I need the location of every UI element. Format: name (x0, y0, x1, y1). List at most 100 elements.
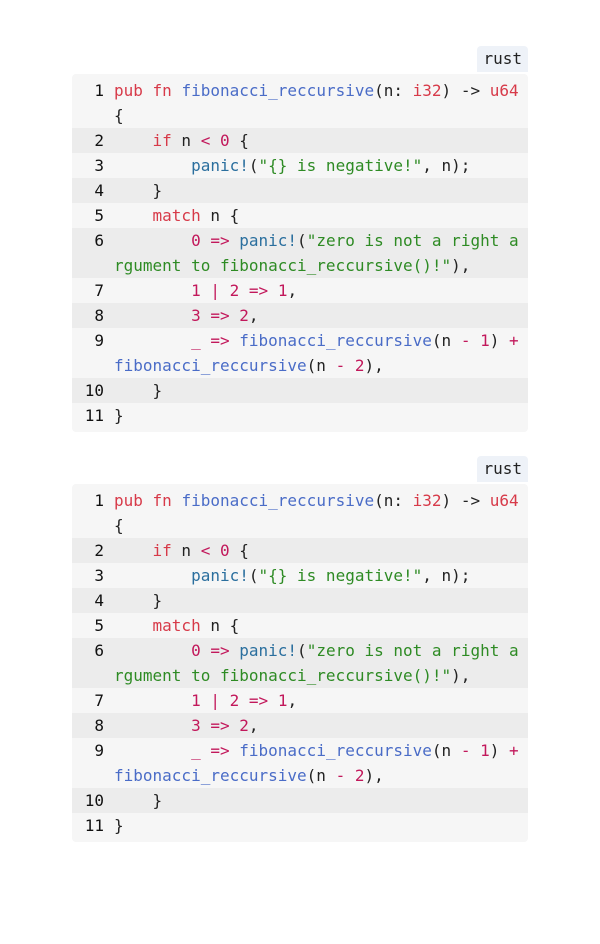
line-source: } (114, 588, 528, 613)
line-source: 3 => 2, (114, 713, 528, 738)
code-token: } (114, 381, 163, 400)
code-token: => (210, 716, 230, 735)
line-source: 1 | 2 => 1, (114, 278, 528, 303)
line-number: 5 (94, 616, 104, 635)
code-line: 7 1 | 2 => 1, (72, 688, 528, 713)
code-token: 1 (480, 741, 490, 760)
code-token: + (509, 741, 519, 760)
code-token: => (248, 281, 269, 300)
code-listing[interactable]: 1 pub fn fibonacci_reccursive(n: i32) -> … (72, 484, 528, 842)
code-token: ), (364, 766, 384, 785)
line-source: _ => fibonacci_reccursive(n - 1) + fibon… (114, 738, 528, 788)
code-line: 7 1 | 2 => 1, (72, 278, 528, 303)
code-token: i32 (412, 491, 442, 510)
line-source: match n { (114, 613, 528, 638)
code-token: match (152, 206, 201, 225)
line-number: 11 (84, 406, 104, 425)
code-token: 1 (277, 691, 288, 710)
line-source: pub fn fibonacci_reccursive(n: i32) -> u… (114, 488, 528, 538)
code-token: 0 (219, 131, 230, 150)
code-token: u64 (489, 81, 519, 100)
code-line: 5 match n { (72, 613, 528, 638)
line-number: 6 (94, 641, 104, 660)
code-token: ) -> (441, 81, 490, 100)
line-number: 7 (94, 281, 104, 300)
code-token: pub (114, 81, 143, 100)
code-token: , (248, 306, 259, 325)
code-token: "{} is negative!" (258, 156, 423, 175)
line-number: 1 (94, 81, 104, 100)
code-token: , n); (422, 566, 471, 585)
code-token: ), (451, 666, 471, 685)
code-token: , (248, 716, 259, 735)
code-line: 5 match n { (72, 203, 528, 228)
code-token: 2 (229, 691, 240, 710)
code-token: (n (431, 331, 461, 350)
code-token: => (210, 641, 230, 660)
line-number: 4 (94, 181, 104, 200)
code-line: 1 pub fn fibonacci_reccursive(n: i32) -> … (72, 78, 528, 128)
line-number: 10 (84, 381, 104, 400)
code-token: 2 (239, 716, 249, 735)
code-line: 2 if n < 0 { (72, 538, 528, 563)
code-token: n (171, 131, 201, 150)
line-number: 9 (94, 741, 104, 760)
line-number: 4 (94, 591, 104, 610)
code-token: 1 (191, 281, 201, 300)
code-token: panic! (191, 156, 249, 175)
code-token: fibonacci_reccursive (181, 81, 375, 100)
code-token: } (114, 406, 124, 425)
code-token: 0 (191, 231, 201, 250)
code-token: ), (451, 256, 471, 275)
code-line: 1 pub fn fibonacci_reccursive(n: i32) -> … (72, 488, 528, 538)
code-token: n { (200, 616, 240, 635)
code-token: panic! (239, 231, 298, 250)
line-number: 10 (84, 791, 104, 810)
code-line: 8 3 => 2, (72, 713, 528, 738)
code-token: (n (431, 741, 461, 760)
code-listing[interactable]: 1 pub fn fibonacci_reccursive(n: i32) -> … (72, 74, 528, 432)
code-token: "{} is negative!" (258, 566, 423, 585)
line-number: 8 (94, 306, 104, 325)
code-token: => (210, 331, 230, 350)
code-token: } (114, 791, 163, 810)
code-line: 4 } (72, 178, 528, 203)
code-line: 9 _ => fibonacci_reccursive(n - 1) + fib… (72, 738, 528, 788)
code-token: - (460, 741, 471, 760)
code-token: 0 (219, 541, 230, 560)
code-token: } (114, 591, 163, 610)
code-token: } (114, 816, 124, 835)
code-token: ), (364, 356, 384, 375)
language-badge: rust (477, 46, 528, 72)
line-source: panic!("{} is negative!", n); (114, 153, 528, 178)
code-token: n { (200, 206, 240, 225)
code-token: ) (489, 331, 509, 350)
code-line: 11} (72, 813, 528, 838)
line-number: 8 (94, 716, 104, 735)
code-token: < (200, 131, 211, 150)
code-line: 3 panic!("{} is negative!", n); (72, 563, 528, 588)
code-token: 3 (191, 306, 201, 325)
code-token: (n: (374, 81, 413, 100)
line-source: 0 => panic!("zero is not a right argumen… (114, 228, 528, 278)
code-line: 10 } (72, 788, 528, 813)
